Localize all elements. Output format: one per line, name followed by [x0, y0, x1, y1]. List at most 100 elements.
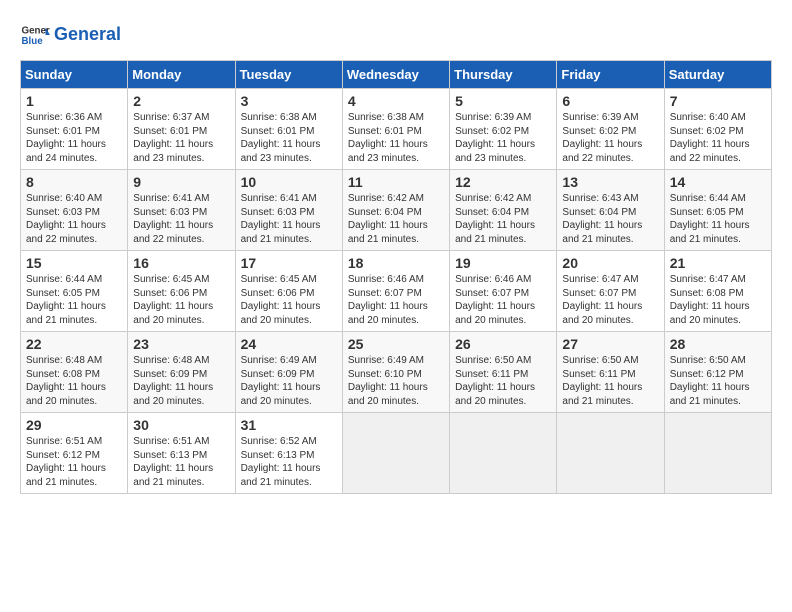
day-info: Sunrise: 6:42 AM Sunset: 6:04 PM Dayligh… — [455, 192, 551, 246]
day-number: 15 — [26, 255, 122, 271]
day-info: Sunrise: 6:51 AM Sunset: 6:13 PM Dayligh… — [133, 435, 229, 489]
header-row: SundayMondayTuesdayWednesdayThursdayFrid… — [21, 61, 772, 89]
day-cell: 16 Sunrise: 6:45 AM Sunset: 6:06 PM Dayli… — [128, 251, 235, 332]
day-number: 6 — [562, 93, 658, 109]
logo-icon: General Blue — [20, 20, 50, 50]
day-number: 29 — [26, 417, 122, 433]
day-cell — [342, 413, 449, 494]
day-info: Sunrise: 6:40 AM Sunset: 6:02 PM Dayligh… — [670, 111, 766, 165]
day-number: 4 — [348, 93, 444, 109]
day-number: 11 — [348, 174, 444, 190]
day-info: Sunrise: 6:50 AM Sunset: 6:11 PM Dayligh… — [455, 354, 551, 408]
day-cell: 28 Sunrise: 6:50 AM Sunset: 6:12 PM Dayli… — [664, 332, 771, 413]
day-number: 18 — [348, 255, 444, 271]
day-info: Sunrise: 6:50 AM Sunset: 6:11 PM Dayligh… — [562, 354, 658, 408]
day-number: 13 — [562, 174, 658, 190]
day-cell: 27 Sunrise: 6:50 AM Sunset: 6:11 PM Dayli… — [557, 332, 664, 413]
day-cell: 6 Sunrise: 6:39 AM Sunset: 6:02 PM Daylig… — [557, 89, 664, 170]
header-day-thursday: Thursday — [450, 61, 557, 89]
day-info: Sunrise: 6:41 AM Sunset: 6:03 PM Dayligh… — [241, 192, 337, 246]
day-cell: 20 Sunrise: 6:47 AM Sunset: 6:07 PM Dayli… — [557, 251, 664, 332]
day-number: 12 — [455, 174, 551, 190]
day-number: 2 — [133, 93, 229, 109]
day-info: Sunrise: 6:44 AM Sunset: 6:05 PM Dayligh… — [670, 192, 766, 246]
day-info: Sunrise: 6:40 AM Sunset: 6:03 PM Dayligh… — [26, 192, 122, 246]
day-cell — [557, 413, 664, 494]
day-cell: 13 Sunrise: 6:43 AM Sunset: 6:04 PM Dayli… — [557, 170, 664, 251]
day-number: 26 — [455, 336, 551, 352]
day-info: Sunrise: 6:43 AM Sunset: 6:04 PM Dayligh… — [562, 192, 658, 246]
header-day-tuesday: Tuesday — [235, 61, 342, 89]
day-number: 27 — [562, 336, 658, 352]
day-number: 28 — [670, 336, 766, 352]
day-info: Sunrise: 6:51 AM Sunset: 6:12 PM Dayligh… — [26, 435, 122, 489]
day-cell: 4 Sunrise: 6:38 AM Sunset: 6:01 PM Daylig… — [342, 89, 449, 170]
day-info: Sunrise: 6:41 AM Sunset: 6:03 PM Dayligh… — [133, 192, 229, 246]
day-info: Sunrise: 6:47 AM Sunset: 6:07 PM Dayligh… — [562, 273, 658, 327]
header-day-wednesday: Wednesday — [342, 61, 449, 89]
calendar-table: SundayMondayTuesdayWednesdayThursdayFrid… — [20, 60, 772, 494]
week-row-2: 8 Sunrise: 6:40 AM Sunset: 6:03 PM Daylig… — [21, 170, 772, 251]
day-info: Sunrise: 6:49 AM Sunset: 6:10 PM Dayligh… — [348, 354, 444, 408]
calendar-body: 1 Sunrise: 6:36 AM Sunset: 6:01 PM Daylig… — [21, 89, 772, 494]
day-number: 8 — [26, 174, 122, 190]
day-info: Sunrise: 6:39 AM Sunset: 6:02 PM Dayligh… — [455, 111, 551, 165]
week-row-5: 29 Sunrise: 6:51 AM Sunset: 6:12 PM Dayli… — [21, 413, 772, 494]
page-header: General Blue General — [20, 20, 772, 50]
day-cell: 21Sunrise: 6:47 AM Sunset: 6:08 PM Dayli… — [664, 251, 771, 332]
day-number: 10 — [241, 174, 337, 190]
day-info: Sunrise: 6:50 AM Sunset: 6:12 PM Dayligh… — [670, 354, 766, 408]
day-cell: 2 Sunrise: 6:37 AM Sunset: 6:01 PM Daylig… — [128, 89, 235, 170]
day-number: 25 — [348, 336, 444, 352]
day-info: Sunrise: 6:37 AM Sunset: 6:01 PM Dayligh… — [133, 111, 229, 165]
day-info: Sunrise: 6:42 AM Sunset: 6:04 PM Dayligh… — [348, 192, 444, 246]
day-number: 30 — [133, 417, 229, 433]
day-number: 20 — [562, 255, 658, 271]
day-cell: 18 Sunrise: 6:46 AM Sunset: 6:07 PM Dayli… — [342, 251, 449, 332]
svg-text:Blue: Blue — [22, 36, 44, 47]
day-cell: 23Sunrise: 6:48 AM Sunset: 6:09 PM Dayli… — [128, 332, 235, 413]
header-day-monday: Monday — [128, 61, 235, 89]
day-number: 1 — [26, 93, 122, 109]
day-cell: 7Sunrise: 6:40 AM Sunset: 6:02 PM Daylig… — [664, 89, 771, 170]
day-info: Sunrise: 6:38 AM Sunset: 6:01 PM Dayligh… — [241, 111, 337, 165]
week-row-4: 22 Sunrise: 6:48 AM Sunset: 6:08 PM Dayli… — [21, 332, 772, 413]
header-day-sunday: Sunday — [21, 61, 128, 89]
day-cell: 9 Sunrise: 6:41 AM Sunset: 6:03 PM Daylig… — [128, 170, 235, 251]
day-cell: 26 Sunrise: 6:50 AM Sunset: 6:11 PM Dayli… — [450, 332, 557, 413]
day-cell: 25 Sunrise: 6:49 AM Sunset: 6:10 PM Dayli… — [342, 332, 449, 413]
header-day-saturday: Saturday — [664, 61, 771, 89]
day-number: 23 — [133, 336, 229, 352]
day-info: Sunrise: 6:38 AM Sunset: 6:01 PM Dayligh… — [348, 111, 444, 165]
day-cell: 31Sunrise: 6:52 AM Sunset: 6:13 PM Dayli… — [235, 413, 342, 494]
day-cell: 15Sunrise: 6:44 AM Sunset: 6:05 PM Dayli… — [21, 251, 128, 332]
day-cell: 17 Sunrise: 6:45 AM Sunset: 6:06 PM Dayli… — [235, 251, 342, 332]
day-cell — [450, 413, 557, 494]
day-number: 21 — [670, 255, 766, 271]
day-number: 17 — [241, 255, 337, 271]
day-info: Sunrise: 6:45 AM Sunset: 6:06 PM Dayligh… — [241, 273, 337, 327]
day-cell: 10 Sunrise: 6:41 AM Sunset: 6:03 PM Dayli… — [235, 170, 342, 251]
day-info: Sunrise: 6:39 AM Sunset: 6:02 PM Dayligh… — [562, 111, 658, 165]
day-number: 19 — [455, 255, 551, 271]
day-info: Sunrise: 6:36 AM Sunset: 6:01 PM Dayligh… — [26, 111, 122, 165]
day-cell: 14 Sunrise: 6:44 AM Sunset: 6:05 PM Dayli… — [664, 170, 771, 251]
day-cell: 22 Sunrise: 6:48 AM Sunset: 6:08 PM Dayli… — [21, 332, 128, 413]
day-cell: 1 Sunrise: 6:36 AM Sunset: 6:01 PM Daylig… — [21, 89, 128, 170]
day-cell: 19Sunrise: 6:46 AM Sunset: 6:07 PM Dayli… — [450, 251, 557, 332]
day-info: Sunrise: 6:46 AM Sunset: 6:07 PM Dayligh… — [348, 273, 444, 327]
week-row-1: 1 Sunrise: 6:36 AM Sunset: 6:01 PM Daylig… — [21, 89, 772, 170]
day-number: 24 — [241, 336, 337, 352]
day-number: 22 — [26, 336, 122, 352]
day-cell: 11 Sunrise: 6:42 AM Sunset: 6:04 PM Dayli… — [342, 170, 449, 251]
day-info: Sunrise: 6:45 AM Sunset: 6:06 PM Dayligh… — [133, 273, 229, 327]
day-number: 9 — [133, 174, 229, 190]
day-cell — [664, 413, 771, 494]
calendar-header: SundayMondayTuesdayWednesdayThursdayFrid… — [21, 61, 772, 89]
day-number: 14 — [670, 174, 766, 190]
day-info: Sunrise: 6:48 AM Sunset: 6:08 PM Dayligh… — [26, 354, 122, 408]
day-number: 5 — [455, 93, 551, 109]
header-day-friday: Friday — [557, 61, 664, 89]
week-row-3: 15Sunrise: 6:44 AM Sunset: 6:05 PM Dayli… — [21, 251, 772, 332]
day-number: 16 — [133, 255, 229, 271]
